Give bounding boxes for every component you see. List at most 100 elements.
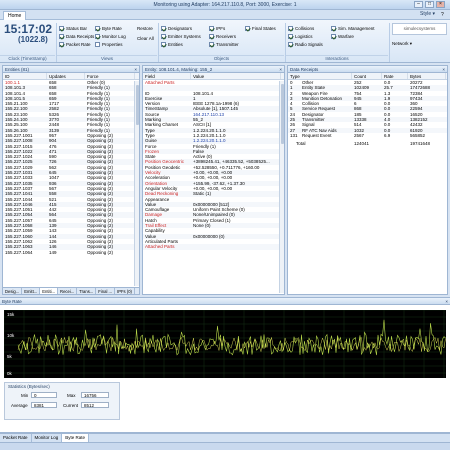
monitor-log-checkbox[interactable]	[95, 34, 100, 39]
entities-subtab[interactable]: Entiti...	[40, 288, 59, 294]
byte-rate-plot: 15k 10k 5k 0k	[3, 309, 446, 378]
entities-panel: Entities (81) × ID Updates Force 100.1.1 6…	[2, 65, 140, 295]
receipt-row[interactable]: 131 Request Event 2567 6.9 565852	[288, 133, 447, 138]
data-receipts-checkbox[interactable]	[59, 34, 64, 39]
tab-byte-rate[interactable]: Byte Rate	[62, 434, 90, 442]
col-id[interactable]: ID	[3, 73, 47, 79]
scroll-thumb[interactable]	[136, 85, 139, 125]
logistics-label: Logistics	[295, 34, 313, 39]
entities-subtab[interactable]: Trans...	[77, 288, 97, 294]
entities-subtab[interactable]: Emitt...	[22, 288, 41, 294]
byte-rate-checkbox[interactable]	[95, 26, 100, 31]
radio-signals-toggle[interactable]: Radio Signals	[288, 41, 323, 48]
average-label: Average	[11, 403, 28, 408]
entity-detail-header: Entity: 108.101.4, Marking: 155_2 ×	[143, 66, 284, 73]
properties-checkbox[interactable]	[95, 42, 100, 47]
entities-subtab[interactable]: Recei...	[58, 288, 78, 294]
table-row[interactable]: 155.227.1064 149 Opposing (2)	[3, 250, 139, 255]
tab-home[interactable]: Home	[3, 11, 27, 20]
radio-signals-checkbox[interactable]	[288, 42, 293, 47]
entities-subtab[interactable]: Desig...	[3, 288, 23, 294]
statistics-box: Statistics (Bytes/sec) Min 0 Max 16756 A…	[4, 382, 120, 420]
ribbon-tab-strip: Home Style ▾ ?	[0, 10, 450, 20]
col-type[interactable]: Type	[288, 73, 352, 79]
final-states-toggle[interactable]: Final States	[245, 25, 276, 32]
entities-list: 100.1.1 658 Other (0) 108.101.3 658 Friendly …	[3, 80, 139, 255]
data-receipts-toggle[interactable]: Data Receipts	[59, 33, 94, 40]
final-states-label: Final States	[252, 26, 276, 31]
entities-subtab[interactable]: IPFs (0)	[115, 288, 135, 294]
panel-close-icon[interactable]: ×	[442, 66, 445, 73]
col-field[interactable]: Field	[143, 73, 191, 79]
transmitter-toggle[interactable]: Transmitter	[209, 41, 239, 48]
clear-all-button[interactable]: Clear All	[137, 35, 154, 42]
designators-checkbox[interactable]	[161, 26, 166, 31]
ipfs-checkbox[interactable]	[209, 26, 214, 31]
col-rate[interactable]: Rate	[382, 73, 408, 79]
maximize-button[interactable]: □	[425, 1, 434, 8]
data-receipts-header: Data Receipts ×	[288, 66, 447, 73]
status-bar	[0, 442, 450, 450]
packet-rate-checkbox[interactable]	[59, 42, 64, 47]
packet-rate-toggle[interactable]: Packet Rate	[59, 41, 91, 48]
status-bar-checkbox[interactable]	[59, 26, 64, 31]
total-label: Total	[296, 141, 306, 147]
collisions-toggle[interactable]: Collisions	[288, 25, 314, 32]
current-label: Current	[63, 403, 79, 408]
receivers-checkbox[interactable]	[209, 34, 214, 39]
entity-detail-column-headers: Field Value	[143, 73, 284, 80]
designators-toggle[interactable]: Designators	[161, 25, 192, 32]
style-menu[interactable]: Style ▾	[420, 11, 435, 17]
panel-close-icon[interactable]: ×	[445, 298, 448, 305]
minimize-button[interactable]: –	[414, 1, 423, 8]
tab-monitor-log[interactable]: Monitor Log	[32, 434, 63, 442]
warfare-toggle[interactable]: Warfare	[331, 33, 354, 40]
entities-checkbox[interactable]	[161, 42, 166, 47]
transmitter-checkbox[interactable]	[209, 42, 214, 47]
transmitter-label: Transmitter	[216, 42, 239, 47]
restore-button[interactable]: Restore	[137, 25, 153, 32]
collisions-checkbox[interactable]	[288, 26, 293, 31]
entities-subtab[interactable]: Final ...	[96, 288, 116, 294]
panel-close-icon[interactable]: ×	[279, 66, 282, 73]
cell-id: 155.227.1064	[5, 249, 33, 255]
logistics-checkbox[interactable]	[288, 34, 293, 39]
ipfs-toggle[interactable]: IPFs	[209, 25, 225, 32]
emitter-systems-toggle[interactable]: Emitter Systems	[161, 33, 201, 40]
data-receipts-title: Data Receipts	[290, 67, 319, 72]
col-count[interactable]: Count	[352, 73, 382, 79]
status-bar-toggle[interactable]: Status Bar	[59, 25, 87, 32]
col-updates[interactable]: Updates	[47, 73, 85, 79]
logistics-toggle[interactable]: Logistics	[288, 33, 313, 40]
data-receipts-label: Data Receipts	[66, 34, 95, 39]
col-force[interactable]: Force	[85, 73, 135, 79]
bottom-tab-strip: Packet Rate Monitor Log Byte Rate	[0, 433, 450, 442]
help-icon[interactable]: ?	[441, 12, 444, 18]
group-separator	[389, 23, 390, 62]
total-bytes: 19741648	[410, 141, 431, 147]
sim-management-toggle[interactable]: Sim. Management	[331, 25, 375, 32]
close-button[interactable]: ×	[436, 1, 445, 8]
receivers-toggle[interactable]: Receivers	[209, 33, 236, 40]
col-bytes[interactable]: Bytes	[408, 73, 446, 79]
property-field: Attached Parts	[145, 244, 175, 250]
tab-packet-rate[interactable]: Packet Rate	[0, 434, 32, 442]
byte-rate-toggle[interactable]: Byte Rate	[95, 25, 122, 32]
warfare-checkbox[interactable]	[331, 34, 336, 39]
y-label-15k: 15k	[7, 312, 15, 317]
panel-close-icon[interactable]: ×	[134, 66, 137, 73]
col-value[interactable]: Value	[191, 73, 281, 79]
final-states-checkbox[interactable]	[245, 26, 250, 31]
emitter-systems-checkbox[interactable]	[161, 34, 166, 39]
sim-management-checkbox[interactable]	[331, 26, 336, 31]
emitter-systems-label: Emitter Systems	[168, 34, 201, 39]
property-row[interactable]: Attached Parts	[143, 244, 284, 250]
network-button[interactable]: Network ▾	[392, 40, 412, 47]
entities-scrollbar[interactable]	[134, 81, 139, 286]
title-bar: Monitoring using Adapter: 164.217.110.8,…	[0, 0, 450, 10]
entities-toggle[interactable]: Entities	[161, 41, 183, 48]
properties-toggle[interactable]: Properties	[95, 41, 123, 48]
monitor-log-toggle[interactable]: Monitor Log	[95, 33, 126, 40]
entity-detail-scrollbar[interactable]	[279, 81, 284, 293]
scroll-thumb[interactable]	[281, 84, 284, 144]
